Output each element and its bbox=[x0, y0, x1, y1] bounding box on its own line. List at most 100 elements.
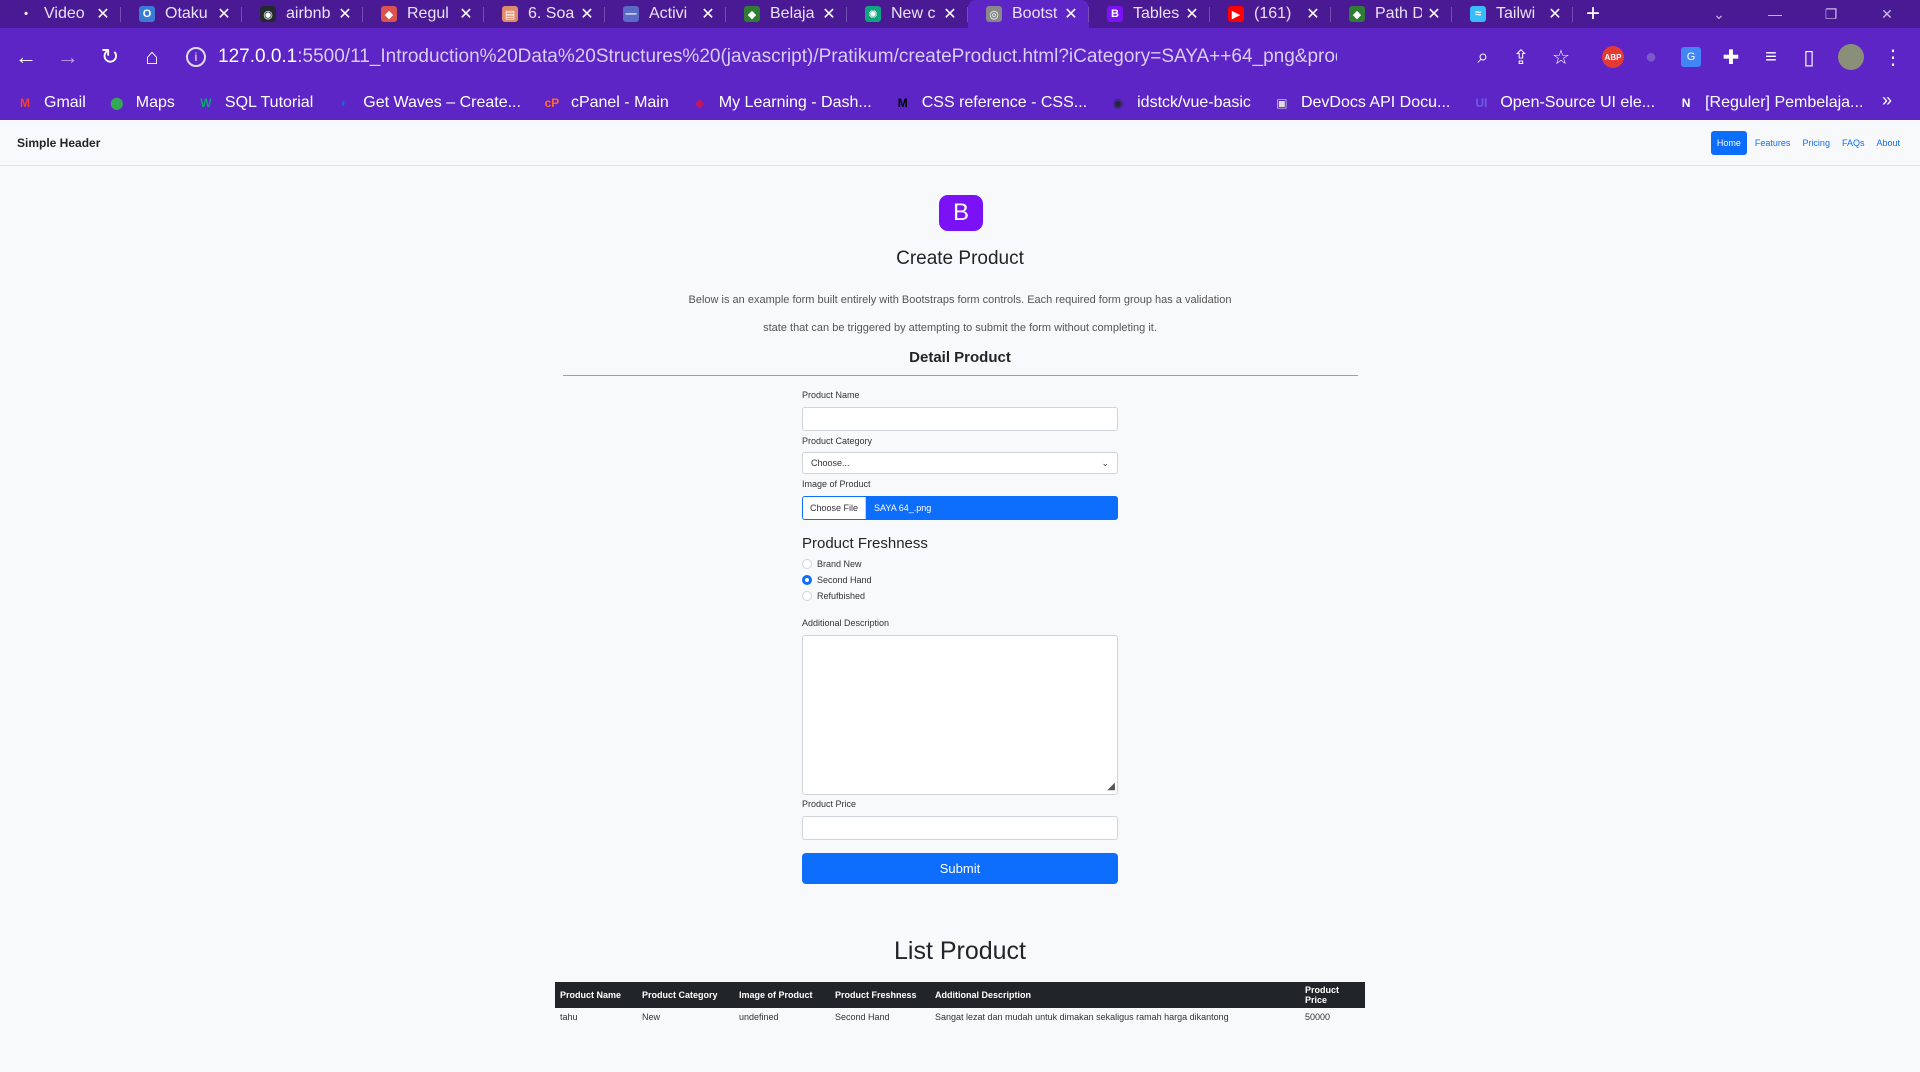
extensions-puzzle-icon[interactable]: ✚ bbox=[1716, 42, 1746, 72]
column-header: Product Price bbox=[1305, 985, 1340, 1005]
side-panel-icon[interactable]: ▯ bbox=[1794, 42, 1824, 72]
forward-icon[interactable]: → bbox=[52, 41, 84, 73]
close-tab-icon[interactable]: ✕ bbox=[1063, 4, 1079, 24]
browser-tab[interactable]: B Tables ✕ bbox=[1089, 0, 1210, 28]
table-cell: New bbox=[642, 1012, 661, 1022]
bookmark-item[interactable]: ◉ idstck/vue-basic bbox=[1109, 94, 1251, 112]
devdocs-icon: ▣ bbox=[1276, 96, 1288, 110]
radio-button[interactable] bbox=[802, 575, 812, 585]
globe-favicon-icon: ◎ bbox=[986, 6, 1002, 22]
translate-icon[interactable]: G bbox=[1676, 42, 1706, 72]
close-tab-icon[interactable]: ✕ bbox=[1184, 4, 1200, 24]
new-tab-icon[interactable]: + bbox=[1573, 0, 1613, 28]
close-window-icon[interactable]: ✕ bbox=[1864, 0, 1910, 28]
resize-handle-icon[interactable]: ◢ bbox=[1107, 781, 1115, 792]
close-tab-icon[interactable]: ✕ bbox=[942, 4, 958, 24]
image-file-input[interactable]: Choose File SAYA 64_.png bbox=[802, 496, 1118, 520]
tab-title: Video bbox=[44, 5, 85, 22]
address-bar[interactable]: i 127.0.0.1:5500/11_Introduction%20Data%… bbox=[176, 38, 1516, 76]
product-price-input[interactable] bbox=[802, 816, 1118, 840]
nav-link-about[interactable]: About bbox=[1872, 132, 1904, 154]
close-tab-icon[interactable]: ✕ bbox=[1547, 4, 1563, 24]
back-icon[interactable]: ← bbox=[10, 41, 42, 73]
close-tab-icon[interactable]: ✕ bbox=[216, 4, 232, 24]
media-icon[interactable]: ≡ bbox=[1756, 42, 1786, 72]
reload-icon[interactable]: ↻ bbox=[94, 41, 126, 73]
product-name-input[interactable] bbox=[802, 407, 1118, 431]
extension-icon[interactable]: ● bbox=[1636, 42, 1666, 72]
document-favicon-icon: ▤ bbox=[502, 6, 518, 22]
choose-file-button[interactable]: Choose File bbox=[803, 497, 867, 519]
minimize-icon[interactable]: — bbox=[1752, 0, 1798, 28]
bookmark-star-icon[interactable]: ☆ bbox=[1546, 42, 1576, 72]
product-category-select[interactable]: Choose... ⌄ bbox=[802, 452, 1118, 474]
bookmark-item[interactable]: W SQL Tutorial bbox=[197, 94, 313, 112]
tab-title: New c bbox=[891, 5, 936, 22]
freshness-option[interactable]: Brand New bbox=[802, 556, 1118, 572]
browser-tab[interactable]: — Activi ✕ bbox=[605, 0, 726, 28]
home-icon[interactable]: ⌂ bbox=[136, 41, 168, 73]
tab-title: 6. Soa bbox=[528, 5, 575, 22]
browser-tab[interactable]: O Otaku ✕ bbox=[121, 0, 242, 28]
maps-icon: ⬤ bbox=[110, 96, 124, 110]
browser-tab[interactable]: ≈ Tailwi ✕ bbox=[1452, 0, 1573, 28]
browser-tab[interactable]: ◆ Path D ✕ bbox=[1331, 0, 1452, 28]
close-tab-icon[interactable]: ✕ bbox=[458, 4, 474, 24]
browser-toolbar: ← → ↻ ⌂ i 127.0.0.1:5500/11_Introduction… bbox=[0, 28, 1920, 86]
bookmark-item[interactable]: M CSS reference - CSS... bbox=[894, 94, 1087, 112]
browser-tab[interactable]: ◆ Belaja ✕ bbox=[726, 0, 847, 28]
category-selected-value: Choose... bbox=[811, 458, 850, 468]
share-icon[interactable]: ⇪ bbox=[1506, 42, 1536, 72]
lead-text: Below is an example form built entirely … bbox=[688, 294, 1232, 334]
close-tab-icon[interactable]: ✕ bbox=[700, 4, 716, 24]
description-textarea[interactable]: ◢ bbox=[802, 635, 1118, 795]
browser-tab[interactable]: ✺ New c ✕ bbox=[847, 0, 968, 28]
zoom-icon[interactable]: ⌕ bbox=[1468, 42, 1498, 72]
close-tab-icon[interactable]: ✕ bbox=[579, 4, 595, 24]
close-tab-icon[interactable]: ✕ bbox=[821, 4, 837, 24]
close-tab-icon[interactable]: ✕ bbox=[95, 4, 111, 24]
submit-button[interactable]: Submit bbox=[802, 853, 1118, 884]
product-category-label: Product Category bbox=[802, 436, 873, 446]
bookmark-item[interactable]: ◆ My Learning - Dash... bbox=[691, 94, 872, 112]
close-tab-icon[interactable]: ✕ bbox=[337, 4, 353, 24]
menu-kebab-icon[interactable]: ⋮ bbox=[1878, 42, 1908, 72]
bootstrap-favicon-icon: B bbox=[1107, 6, 1123, 22]
freshness-option[interactable]: Second Hand bbox=[802, 572, 1118, 588]
adblock-icon[interactable]: ABP bbox=[1598, 42, 1628, 72]
restore-icon[interactable]: ❐ bbox=[1808, 0, 1854, 28]
bookmark-item[interactable]: ▣ DevDocs API Docu... bbox=[1273, 94, 1450, 112]
close-tab-icon[interactable]: ✕ bbox=[1426, 4, 1442, 24]
tab-title: Tables bbox=[1133, 5, 1180, 22]
browser-tab[interactable]: ▶ (161) ✕ bbox=[1210, 0, 1331, 28]
browser-tab[interactable]: • Video ✕ bbox=[0, 0, 121, 28]
bookmark-item[interactable]: M Gmail bbox=[16, 94, 86, 112]
bookmark-item[interactable]: N [Reguler] Pembelaja... bbox=[1677, 94, 1864, 112]
tab-search-icon[interactable]: ⌄ bbox=[1696, 0, 1742, 28]
bookmark-item[interactable]: ⬤ Maps bbox=[108, 94, 175, 112]
browser-tab[interactable]: ▤ 6. Soa ✕ bbox=[484, 0, 605, 28]
freshness-option[interactable]: Refufbished bbox=[802, 588, 1118, 604]
bookmark-item[interactable]: ◐ Get Waves – Create... bbox=[335, 94, 521, 112]
brand[interactable]: Simple Header bbox=[17, 136, 100, 150]
nav-link-features[interactable]: Features bbox=[1751, 132, 1795, 154]
freshness-radio-group: Brand New Second Hand Refufbished bbox=[802, 556, 1118, 604]
radio-button[interactable] bbox=[802, 559, 812, 569]
notion-icon: N bbox=[1681, 96, 1691, 110]
site-info-icon[interactable]: i bbox=[186, 47, 206, 67]
browser-tab[interactable]: ◎ Bootst ✕ bbox=[968, 0, 1089, 28]
bookmark-item[interactable]: UI Open-Source UI ele... bbox=[1472, 94, 1655, 112]
more-bookmarks-icon[interactable]: » bbox=[1882, 90, 1892, 111]
radio-button[interactable] bbox=[802, 591, 812, 601]
browser-tab[interactable]: ◉ airbnb ✕ bbox=[242, 0, 363, 28]
browser-tab[interactable]: ◆ Regul ✕ bbox=[363, 0, 484, 28]
nav-link-faqs[interactable]: FAQs bbox=[1838, 132, 1869, 154]
tab-title: Otaku bbox=[165, 5, 208, 22]
bookmark-item[interactable]: cP cPanel - Main bbox=[543, 94, 669, 112]
avatar[interactable] bbox=[1836, 42, 1866, 72]
tab-title: Tailwi bbox=[1496, 5, 1536, 22]
github-favicon-icon: ◉ bbox=[260, 6, 276, 22]
nav-link-home[interactable]: Home bbox=[1710, 130, 1747, 155]
nav-link-pricing[interactable]: Pricing bbox=[1798, 132, 1834, 154]
close-tab-icon[interactable]: ✕ bbox=[1305, 4, 1321, 24]
